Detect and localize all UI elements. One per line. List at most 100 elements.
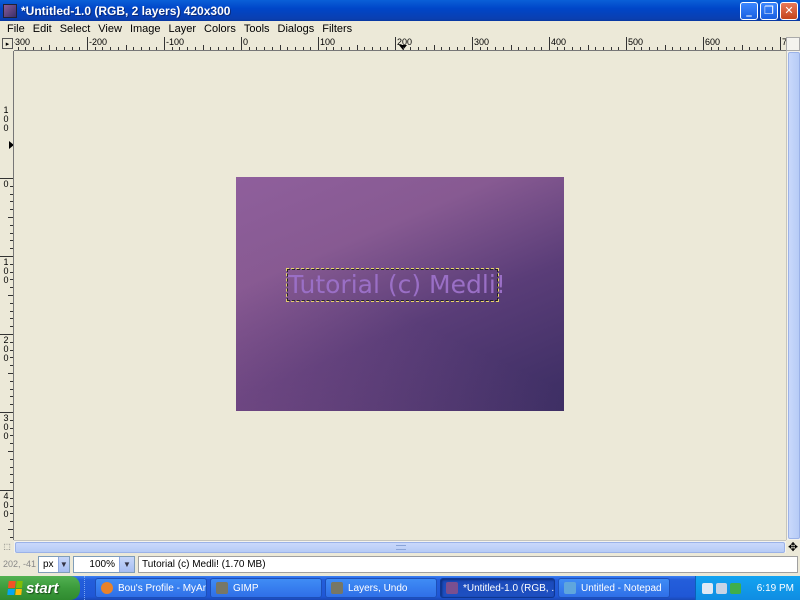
quick-mask-toggle[interactable]: ⬚ [0, 540, 14, 553]
system-tray: 6:19 PM [695, 576, 800, 600]
ruler-label: 200 [397, 37, 413, 47]
ruler-minor-tick [425, 47, 427, 50]
ruler-minor-tick [433, 45, 435, 50]
security-icon[interactable] [730, 582, 741, 594]
ruler-minor-tick [25, 47, 27, 50]
ruler-minor-tick [271, 47, 273, 50]
volume-icon[interactable] [716, 582, 727, 594]
menu-file[interactable]: File [3, 23, 29, 35]
menu-filters[interactable]: Filters [318, 23, 356, 35]
ruler-minor-tick [10, 505, 13, 507]
ruler-minor-tick [726, 47, 728, 50]
image-canvas[interactable]: Tutorial (c) Medli! [236, 177, 564, 411]
ruler-major-tick [395, 37, 396, 50]
task-label: GIMP [233, 582, 259, 594]
ruler-minor-tick [10, 458, 13, 460]
maximize-button[interactable]: ❐ [760, 1, 778, 20]
network-icon[interactable] [702, 582, 713, 594]
ruler-minor-tick [495, 47, 497, 50]
text-layer[interactable]: Tutorial (c) Medli! [288, 270, 506, 300]
status-bar: 202, -41 px ▼ 100% ▼ Tutorial (c) Medli!… [0, 554, 800, 574]
ruler-label: 400 [551, 37, 567, 47]
ruler-major-tick [318, 37, 319, 50]
taskbar-item-gimp[interactable]: GIMP [210, 578, 322, 598]
vertical-ruler: 1 0 0 0 1 0 0 2 0 0 3 0 0 4 0 0 [0, 51, 14, 540]
ruler-position-marker [9, 141, 13, 149]
ruler-minor-tick [140, 47, 142, 50]
taskbar-item-browser[interactable]: Bou's Profile - MyAni... [95, 578, 207, 598]
ruler-minor-tick [348, 47, 350, 50]
ruler-minor-tick [749, 47, 751, 50]
ruler-minor-tick [10, 279, 13, 281]
vertical-scrollbar[interactable] [786, 51, 800, 540]
ruler-major-tick [703, 37, 704, 50]
ruler-label: 300 [474, 37, 490, 47]
scroll-grip-icon [396, 545, 406, 550]
vertical-scroll-thumb[interactable] [788, 52, 800, 539]
image-icon [446, 582, 458, 594]
menu-colors[interactable]: Colors [200, 23, 240, 35]
ruler-minor-tick [102, 47, 104, 50]
ruler-major-tick [87, 37, 88, 50]
ruler-minor-tick [17, 47, 19, 50]
ruler-minor-tick [10, 193, 13, 195]
menu-layer[interactable]: Layer [165, 23, 201, 35]
ruler-minor-tick [464, 47, 466, 50]
ruler-minor-tick [371, 47, 373, 50]
ruler-minor-tick [756, 47, 758, 50]
ruler-minor-tick [33, 47, 35, 50]
ruler-minor-tick [10, 396, 13, 398]
minimize-button[interactable]: _ [740, 1, 758, 20]
ruler-minor-tick [764, 47, 766, 50]
menu-image[interactable]: Image [126, 23, 165, 35]
ruler-minor-tick [256, 47, 258, 50]
taskbar-item-notepad[interactable]: Untitled - Notepad [558, 578, 670, 598]
chevron-down-icon[interactable]: ▼ [119, 556, 134, 572]
ruler-label: 100 [320, 37, 336, 47]
ruler-minor-tick [10, 326, 13, 328]
menu-tools[interactable]: Tools [240, 23, 274, 35]
task-label: *Untitled-1.0 (RGB, ... [463, 582, 555, 594]
ruler-minor-tick [10, 341, 13, 343]
menu-view[interactable]: View [94, 23, 126, 35]
zoom-button[interactable] [786, 37, 800, 51]
start-button[interactable]: start [0, 576, 80, 600]
ruler-minor-tick [502, 47, 504, 50]
ruler-minor-tick [179, 47, 181, 50]
horizontal-scroll-thumb[interactable] [15, 542, 785, 553]
ruler-minor-tick [8, 529, 13, 530]
ruler-minor-tick [672, 47, 674, 50]
taskbar-item-layers[interactable]: Layers, Undo [325, 578, 437, 598]
window-title: *Untitled-1.0 (RGB, 2 layers) 420x300 [21, 3, 231, 18]
close-button[interactable]: ✕ [780, 1, 798, 20]
ruler-minor-tick [695, 47, 697, 50]
window-titlebar[interactable]: *Untitled-1.0 (RGB, 2 layers) 420x300 _ … [0, 0, 800, 21]
ruler-minor-tick [525, 47, 527, 50]
ruler-minor-tick [10, 357, 13, 359]
menu-dialogs[interactable]: Dialogs [274, 23, 319, 35]
image-menu-button[interactable]: ▸ [2, 38, 13, 49]
gimp-icon [331, 582, 343, 594]
ruler-minor-tick [10, 287, 13, 289]
horizontal-scrollbar[interactable] [14, 540, 786, 553]
ruler-minor-tick [556, 47, 558, 50]
ruler-label: 3 0 0 [3, 413, 9, 441]
ruler-minor-tick [518, 47, 520, 50]
ruler-minor-tick [356, 45, 358, 50]
ruler-minor-tick [479, 47, 481, 50]
ruler-minor-tick [10, 380, 13, 382]
unit-select[interactable]: px ▼ [38, 555, 70, 573]
taskbar-item-untitled[interactable]: *Untitled-1.0 (RGB, ... [440, 578, 555, 598]
chevron-down-icon[interactable]: ▼ [57, 556, 69, 572]
ruler-minor-tick [718, 47, 720, 50]
ruler-minor-tick [79, 47, 81, 50]
start-label: start [26, 579, 59, 597]
canvas-area[interactable]: Tutorial (c) Medli! [15, 52, 785, 540]
zoom-select[interactable]: 100% ▼ [73, 555, 135, 573]
ruler-minor-tick [248, 47, 250, 50]
ruler-label: 4 0 0 [3, 491, 9, 519]
ruler-minor-tick [325, 47, 327, 50]
menu-edit[interactable]: Edit [29, 23, 56, 35]
navigate-icon[interactable]: ✥ [786, 540, 800, 554]
menu-select[interactable]: Select [56, 23, 95, 35]
